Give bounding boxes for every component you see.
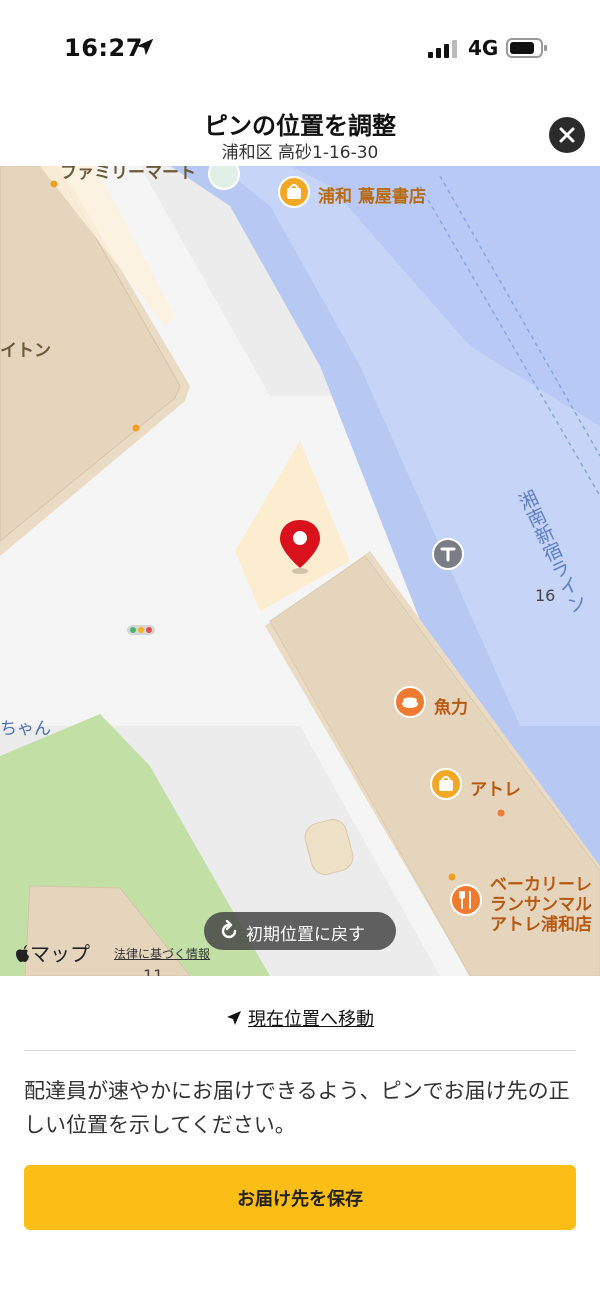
page-title: ピンの位置を調整 <box>204 112 396 140</box>
apple-logo-icon <box>16 945 29 962</box>
street-partial-label: ちゃん <box>0 719 51 739</box>
battery-icon <box>506 38 547 58</box>
shopping-bag-icon[interactable] <box>278 176 310 208</box>
signal-strength-icon <box>428 40 457 58</box>
sushi-restaurant-icon[interactable] <box>394 686 426 718</box>
poi-tsutaya-label[interactable]: 浦和 蔦屋書店 <box>318 182 426 207</box>
divider <box>24 1050 576 1051</box>
maps-logo-text: マップ <box>30 942 90 966</box>
refresh-icon <box>221 920 237 939</box>
poi-atre-label[interactable]: アトレ <box>470 775 521 800</box>
move-to-current-location-link[interactable]: 現在位置へ移動 <box>0 1005 600 1035</box>
block-number-16: 16 <box>535 586 556 605</box>
poi-familymart-label[interactable]: ファミリーマート <box>60 166 196 183</box>
reset-position-button[interactable]: 初期位置に戻す <box>204 912 396 950</box>
instruction-text: 配達員が速やかにお届けできるよう、ピンでお届け先の正しい位置を示してください。 <box>24 1079 570 1137</box>
poi-uotsuki-label[interactable]: 魚力 <box>434 693 468 718</box>
location-pin-icon[interactable] <box>278 518 322 576</box>
network-type: 4G <box>468 36 499 60</box>
legal-info-link[interactable]: 法律に基づく情報 <box>114 945 210 962</box>
maps-logo: マップ <box>14 938 90 967</box>
block-number-11: 11 <box>143 966 164 976</box>
shopping-mall-icon[interactable] <box>430 768 462 800</box>
close-icon <box>559 127 575 143</box>
save-address-button[interactable]: お届け先を保存 <box>24 1165 576 1230</box>
status-bar: 16:27 4G <box>0 0 600 96</box>
page-header: ピンの位置を調整 浦和区 高砂1-16-30 <box>0 96 600 166</box>
status-time: 16:27 <box>64 34 143 62</box>
map-view[interactable]: ファミリーマート 浦和 蔦屋書店 イトン ちゃん 湘南新宿ライン 16 11 魚… <box>0 166 600 976</box>
location-arrow-icon <box>227 1011 241 1025</box>
restaurant-icon[interactable] <box>450 884 482 916</box>
move-to-current-location-label: 現在位置へ移動 <box>248 1009 374 1030</box>
address-subtitle: 浦和区 高砂1-16-30 <box>221 143 379 163</box>
poi-bakery-label-3[interactable]: アトレ浦和店 <box>490 910 592 935</box>
reset-position-label: 初期位置に戻す <box>246 925 365 945</box>
close-button[interactable] <box>549 117 585 153</box>
train-station-icon[interactable] <box>432 538 464 570</box>
location-services-icon <box>136 38 154 56</box>
poi-partial-left-label: イトン <box>0 341 51 361</box>
